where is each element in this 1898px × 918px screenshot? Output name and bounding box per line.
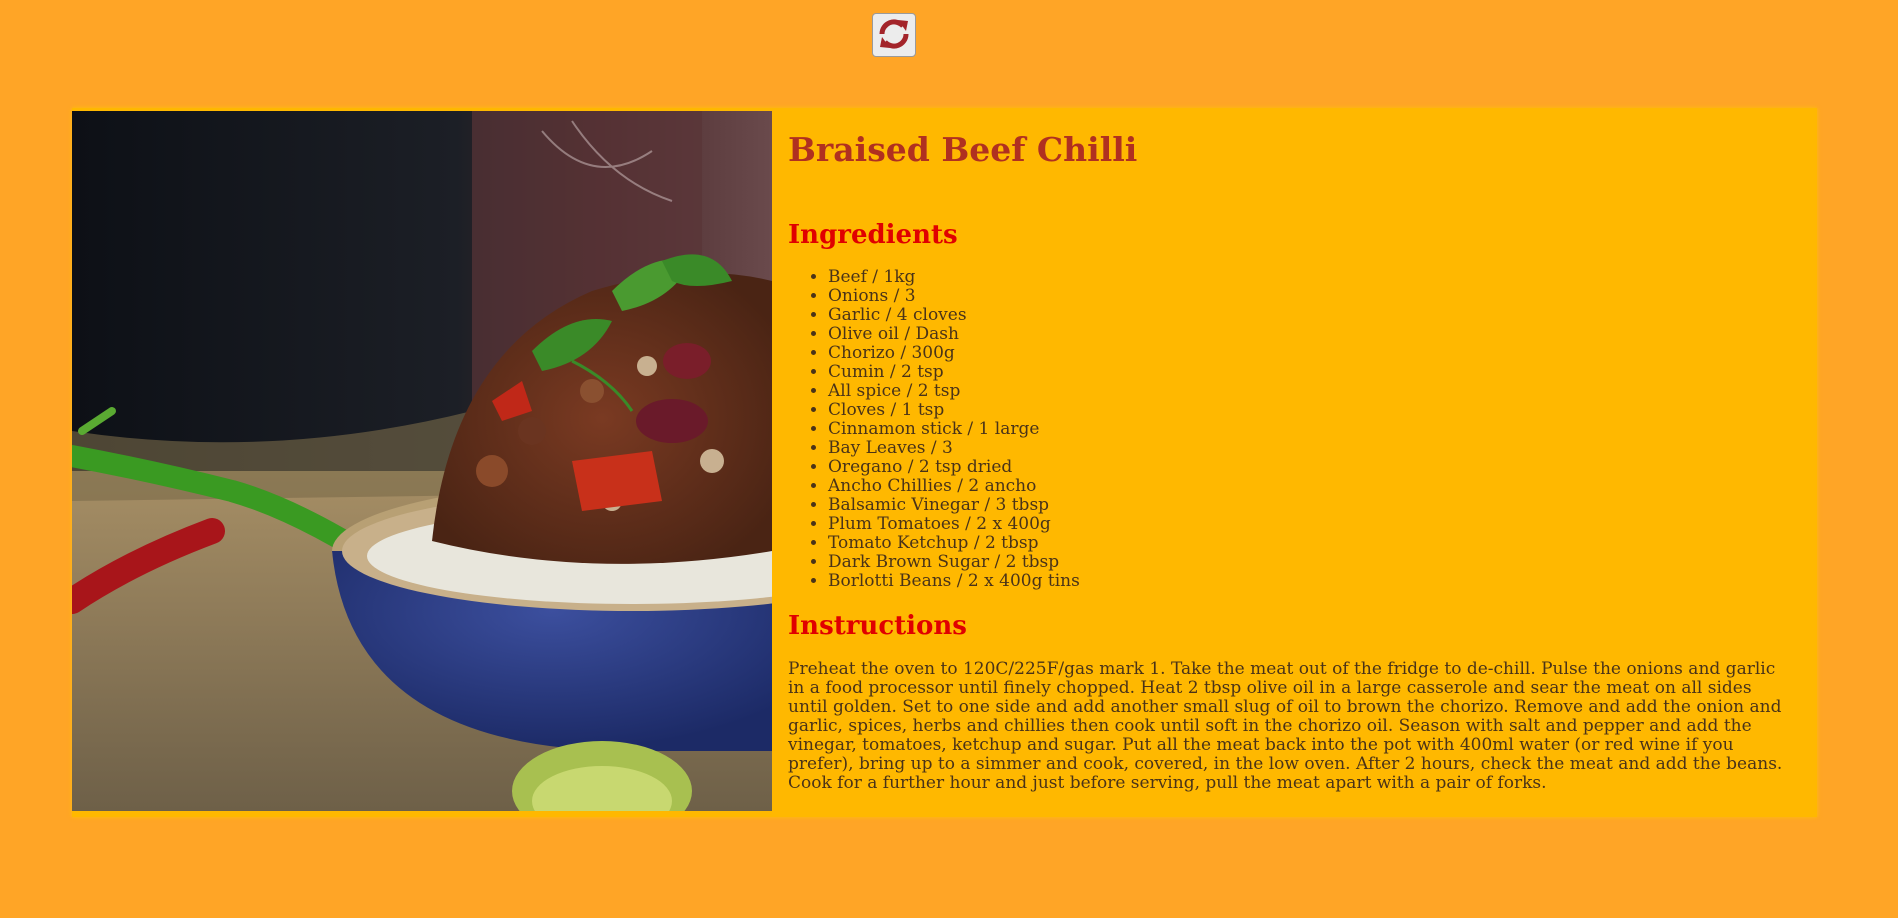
ingredient-item: Cinnamon stick / 1 large	[828, 420, 1080, 439]
ingredients-list: Beef / 1kg Onions / 3 Garlic / 4 cloves …	[788, 268, 1080, 591]
ingredient-item: Balsamic Vinegar / 3 tbsp	[828, 496, 1080, 515]
ingredient-item: Cumin / 2 tsp	[828, 363, 1080, 382]
recipe-title: Braised Beef Chilli	[788, 130, 1138, 169]
refresh-button[interactable]	[872, 13, 916, 57]
chilli-bowl-photo	[72, 111, 772, 811]
ingredient-item: Onions / 3	[828, 287, 1080, 306]
recipe-card: Braised Beef Chilli Ingredients Beef / 1…	[72, 108, 1817, 817]
ingredient-item: Bay Leaves / 3	[828, 439, 1080, 458]
ingredient-item: Dark Brown Sugar / 2 tbsp	[828, 553, 1080, 572]
ingredient-item: Ancho Chillies / 2 ancho	[828, 477, 1080, 496]
ingredient-item: Chorizo / 300g	[828, 344, 1080, 363]
ingredient-item: Borlotti Beans / 2 x 400g tins	[828, 572, 1080, 591]
ingredient-item: Cloves / 1 tsp	[828, 401, 1080, 420]
ingredient-item: All spice / 2 tsp	[828, 382, 1080, 401]
ingredient-item: Garlic / 4 cloves	[828, 306, 1080, 325]
ingredient-item: Plum Tomatoes / 2 x 400g	[828, 515, 1080, 534]
ingredient-item: Beef / 1kg	[828, 268, 1080, 287]
ingredients-heading: Ingredients	[788, 220, 958, 250]
ingredient-item: Olive oil / Dash	[828, 325, 1080, 344]
instructions-heading: Instructions	[788, 611, 967, 641]
instructions-text: Preheat the oven to 120C/225F/gas mark 1…	[788, 659, 1783, 793]
ingredient-item: Oregano / 2 tsp dried	[828, 458, 1080, 477]
ingredient-item: Tomato Ketchup / 2 tbsp	[828, 534, 1080, 553]
refresh-icon	[876, 16, 912, 55]
